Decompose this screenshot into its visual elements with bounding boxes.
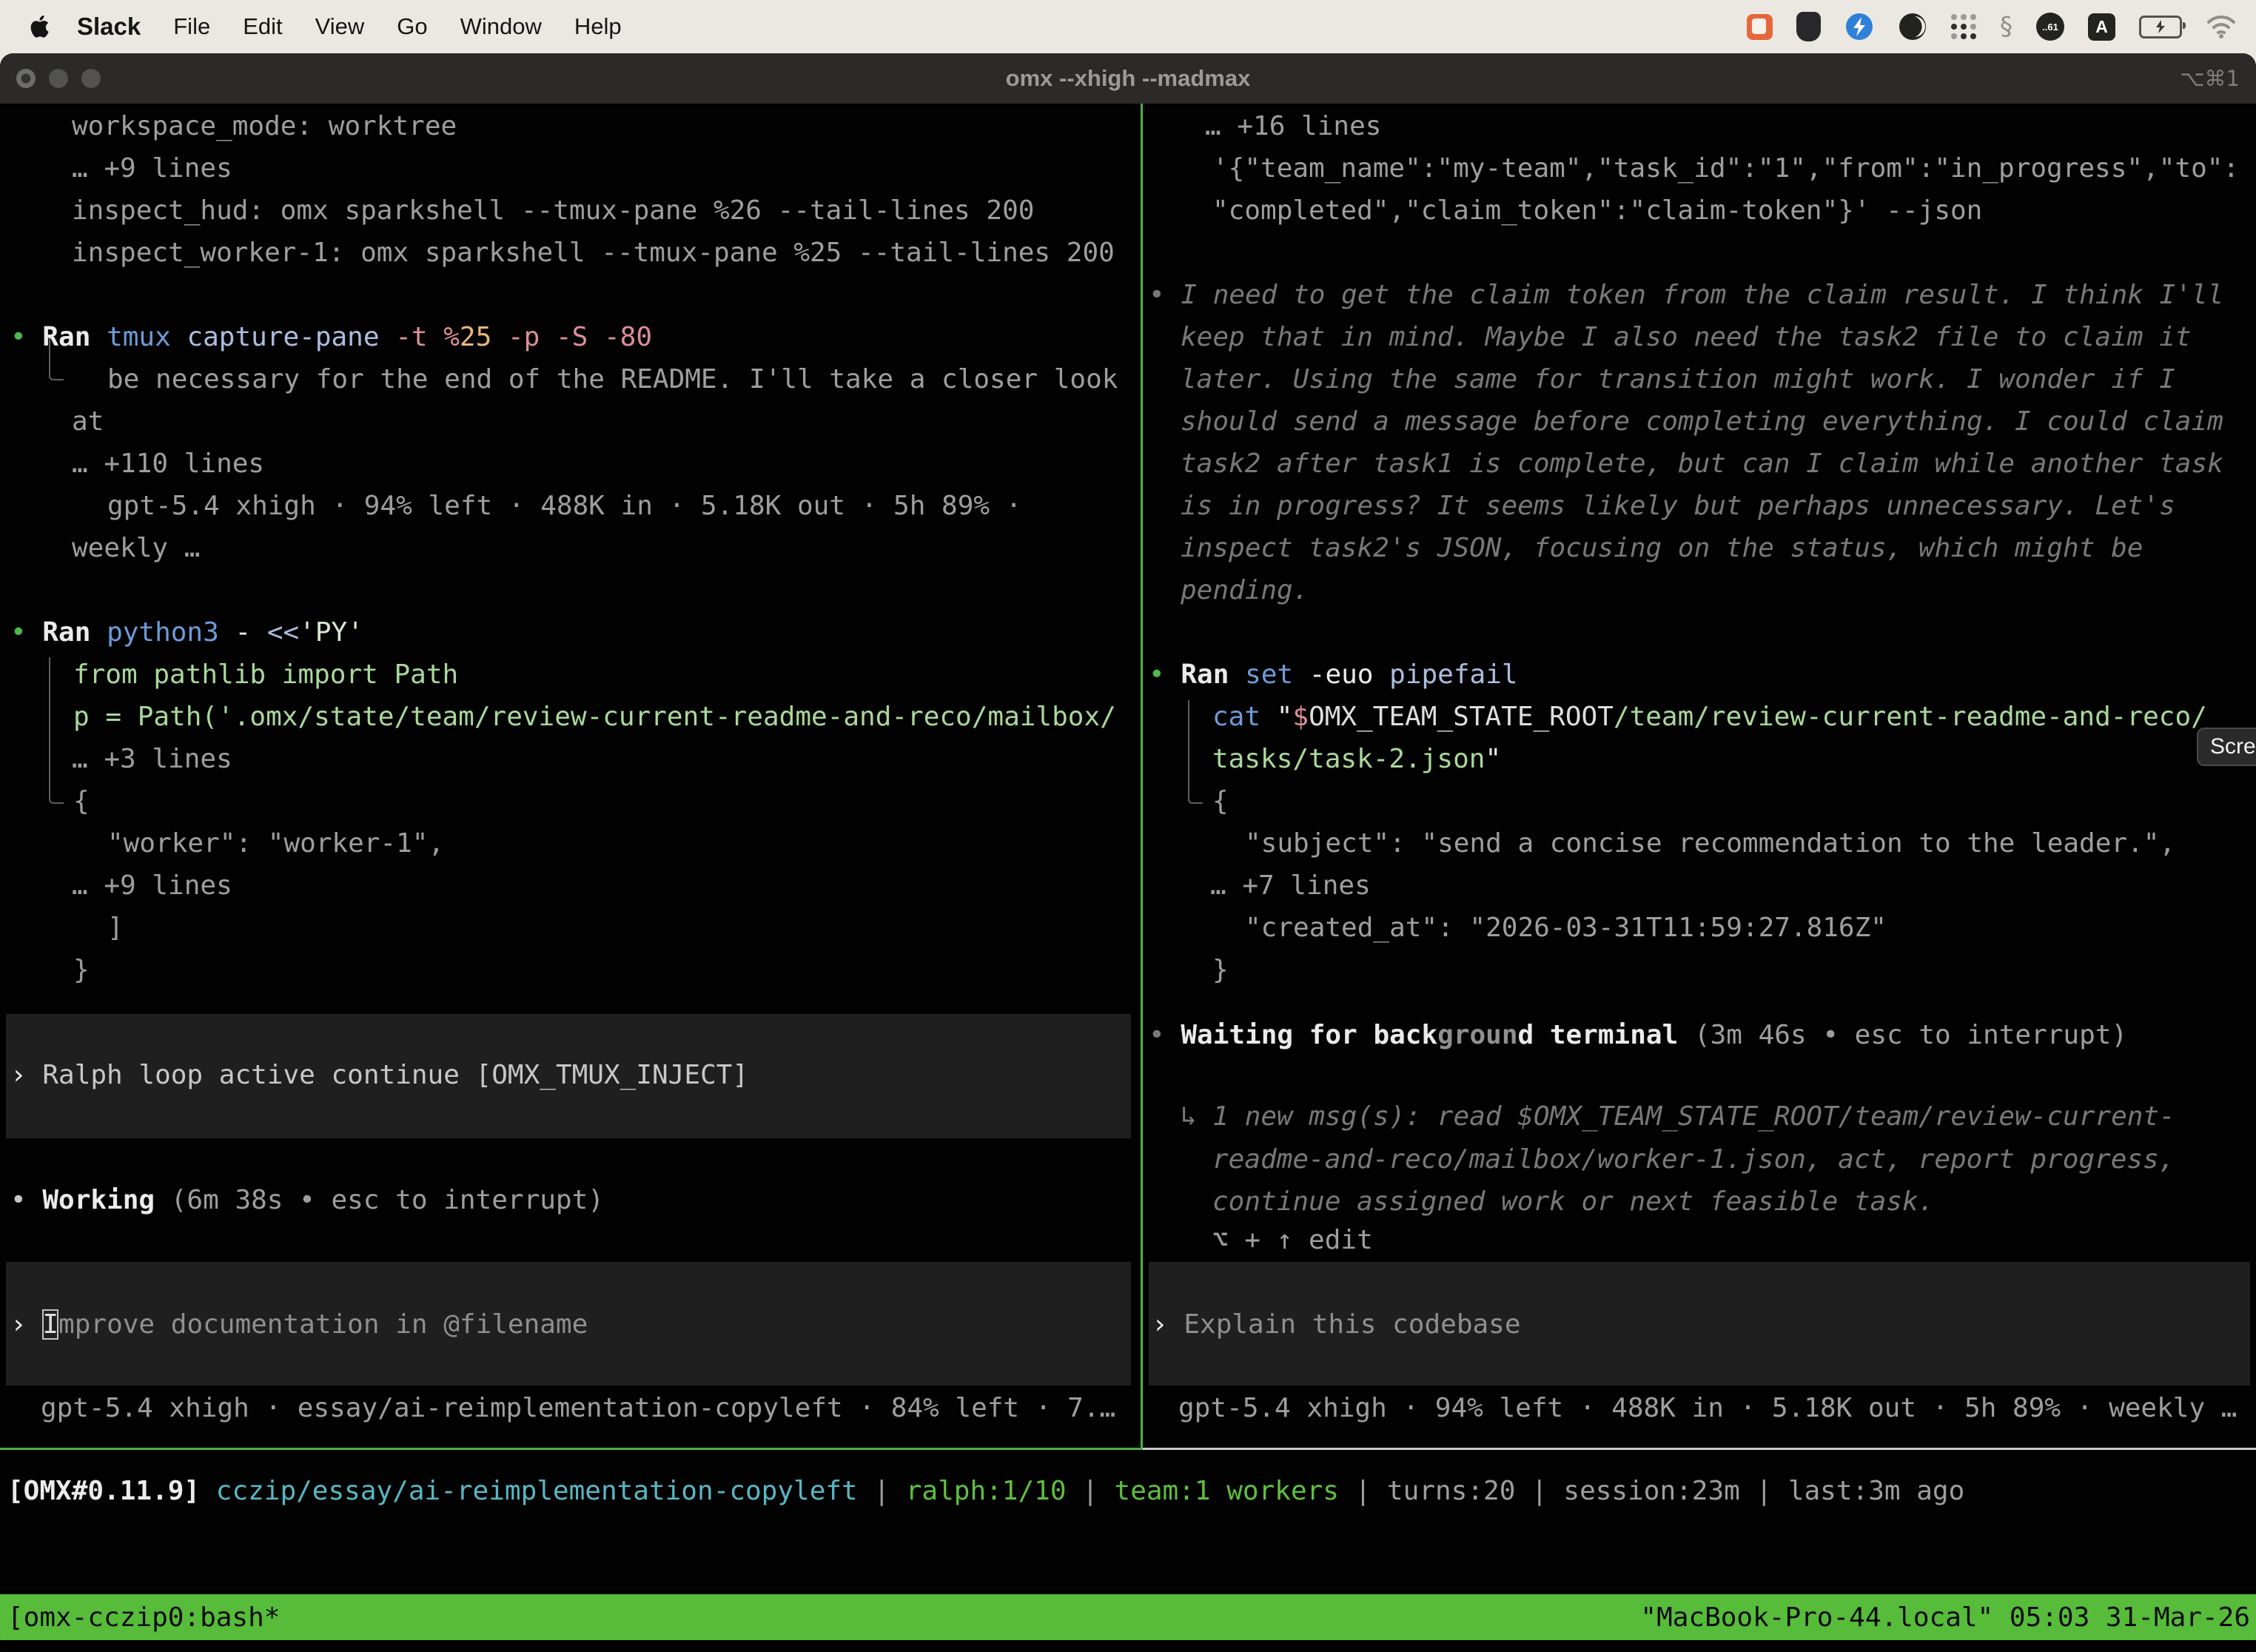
apple-logo-icon: [30, 13, 52, 40]
right-input-text: › Explain this codebase: [1152, 1303, 1521, 1346]
terminal-line: … +7 lines: [1210, 864, 1371, 907]
terminal-line: }: [1212, 949, 1229, 991]
notification-icon[interactable]: [1747, 14, 1773, 40]
terminal-content[interactable]: Scre [omx-cczip0:bash* "MacBook-Pro-44.l…: [0, 104, 2256, 1652]
command-line-pipefail: • Ran set -euo pipefail: [1149, 654, 1518, 696]
terminal-line: gpt-5.4 xhigh · 94% left · 488K in · 5.1…: [107, 485, 1021, 527]
connector-line: [49, 657, 64, 804]
connector-line: [1188, 700, 1203, 804]
terminal-line: keep that in mind. Maybe I also need the…: [1181, 316, 2191, 358]
terminal-line: '{"team_name":"my-team","task_id":"1","f…: [1212, 147, 2239, 189]
terminal-line: … +9 lines: [72, 864, 232, 907]
terminal-line: "completed","claim_token":"claim-token"}…: [1212, 189, 1982, 232]
menu-item-go[interactable]: Go: [397, 13, 427, 40]
terminal-line: later. Using the same for transition mig…: [1181, 358, 2175, 400]
terminal-line: tasks/task-2.json": [1212, 738, 1501, 780]
terminal-line: pending.: [1181, 569, 1309, 611]
menu-app-name[interactable]: Slack: [77, 13, 141, 41]
command-line-python3: • Ran python3 - <<'PY': [10, 611, 363, 654]
terminal-line: ]: [107, 907, 124, 949]
tmux-session-label: [omx-cczip0:bash*: [7, 1602, 280, 1633]
menu-item-window[interactable]: Window: [460, 13, 542, 40]
terminal-line: at: [72, 400, 104, 443]
command-line-tmux-capture: • Ran tmux capture-pane -t %25 -p -S -80: [10, 316, 652, 358]
input-source-icon[interactable]: A: [2088, 13, 2115, 41]
edit-hint: ⌥ + ↑ edit: [1212, 1219, 1373, 1261]
window-title: omx --xhigh --madmax: [0, 53, 2256, 104]
desktop: { "palette":{ "menubg":"#ebe8e1","titlet…: [0, 0, 2256, 1652]
terminal-line: "subject": "send a concise recommendatio…: [1245, 822, 2175, 864]
right-session-status: gpt-5.4 xhigh · 94% left · 488K in · 5.1…: [1178, 1387, 2237, 1429]
terminal-line: inspect_worker-1: omx sparkshell --tmux-…: [72, 232, 1115, 274]
left-input-text: › Improve documentation in @filename: [10, 1303, 588, 1346]
terminal-line: from pathlib import Path: [73, 654, 458, 696]
menu-item-file[interactable]: File: [173, 13, 210, 40]
terminal-line: … +110 lines: [72, 443, 264, 485]
terminal-line: … +9 lines: [72, 147, 232, 189]
tmux-host-clock: "MacBook-Pro-44.local" 05:03 31-Mar-26: [1640, 1602, 2250, 1633]
terminal-line: should send a message before completing …: [1181, 400, 2223, 443]
menu-item-view[interactable]: View: [315, 13, 365, 40]
ralph-loop-status: › Ralph loop active continue [OMX_TMUX_I…: [10, 1054, 748, 1096]
terminal-line: p = Path('.omx/state/team/review-current…: [73, 696, 1116, 738]
terminal-line: {: [73, 780, 90, 822]
status-icons: § ..61 A: [1747, 12, 2256, 41]
tmux-status-bar: [omx-cczip0:bash* "MacBook-Pro-44.local"…: [0, 1594, 2256, 1640]
right-pane-border: [1143, 1448, 2256, 1450]
terminal-line: }: [73, 949, 90, 991]
wifi-icon[interactable]: [2206, 15, 2237, 38]
terminal-line: … +16 lines: [1205, 105, 1381, 147]
squiggle-icon[interactable]: §: [2000, 12, 2012, 41]
thinking-text: • I need to get the claim token from the…: [1149, 274, 2223, 316]
terminal-line: ↳ 1 new msg(s): read $OMX_TEAM_STATE_ROO…: [1181, 1095, 2175, 1138]
terminal-line: weekly …: [72, 527, 200, 569]
terminal-line: inspect_hud: omx sparkshell --tmux-pane …: [72, 189, 1034, 232]
terminal-window: omx --xhigh --madmax ⌥⌘1 Scre [omx-cczip…: [0, 53, 2256, 1652]
battery-icon[interactable]: [2139, 16, 2182, 38]
window-shortcut: ⌥⌘1: [2180, 53, 2240, 104]
menu-item-help[interactable]: Help: [574, 13, 622, 40]
terminal-line: task2 after task1 is complete, but can I…: [1181, 443, 2223, 485]
menu-items: File Edit View Go Window Help: [141, 13, 621, 40]
waiting-status: • Waiting for background terminal (3m 46…: [1149, 1014, 2127, 1056]
working-status: • Working (6m 38s • esc to interrupt): [10, 1179, 604, 1221]
terminal-line: {: [1212, 780, 1229, 822]
terminal-line: workspace_mode: worktree: [72, 105, 457, 147]
left-pane-border: [0, 1448, 1143, 1450]
terminal-line: is in progress? It seems likely but perh…: [1181, 485, 2175, 527]
terminal-line: readme-and-reco/mailbox/worker-1.json, a…: [1212, 1138, 2175, 1181]
left-session-status: gpt-5.4 xhigh · essay/ai-reimplementatio…: [41, 1387, 1115, 1429]
menu-bar: Slack File Edit View Go Window Help § ..61 A: [0, 0, 2256, 53]
pane-divider[interactable]: [1141, 104, 1143, 1450]
terminal-line: "worker": "worker-1",: [107, 822, 444, 864]
apple-menu[interactable]: [30, 13, 52, 40]
terminal-line: cat "$OMX_TEAM_STATE_ROOT/team/review-cu…: [1212, 696, 2207, 738]
terminal-line: "created_at": "2026-03-31T11:59:27.816Z": [1245, 907, 1887, 949]
blue-lightning-icon[interactable]: [1844, 12, 1874, 41]
omx-status-line: [OMX#0.11.9] cczip/essay/ai-reimplementa…: [7, 1470, 1964, 1512]
crescent-app-icon[interactable]: [1898, 12, 1927, 41]
shield-grid-icon[interactable]: [1796, 12, 1821, 41]
title-bar[interactable]: omx --xhigh --madmax ⌥⌘1: [0, 53, 2256, 104]
terminal-line: inspect task2's JSON, focusing on the st…: [1181, 527, 2143, 569]
terminal-line: … +3 lines: [72, 738, 232, 780]
menu-item-edit[interactable]: Edit: [243, 13, 282, 40]
terminal-line: continue assigned work or next feasible …: [1212, 1181, 1934, 1223]
terminal-line: be necessary for the end of the README. …: [107, 358, 1118, 400]
dots-grid-icon[interactable]: [1951, 14, 1976, 39]
percent-badge-icon[interactable]: ..61: [2036, 13, 2064, 41]
